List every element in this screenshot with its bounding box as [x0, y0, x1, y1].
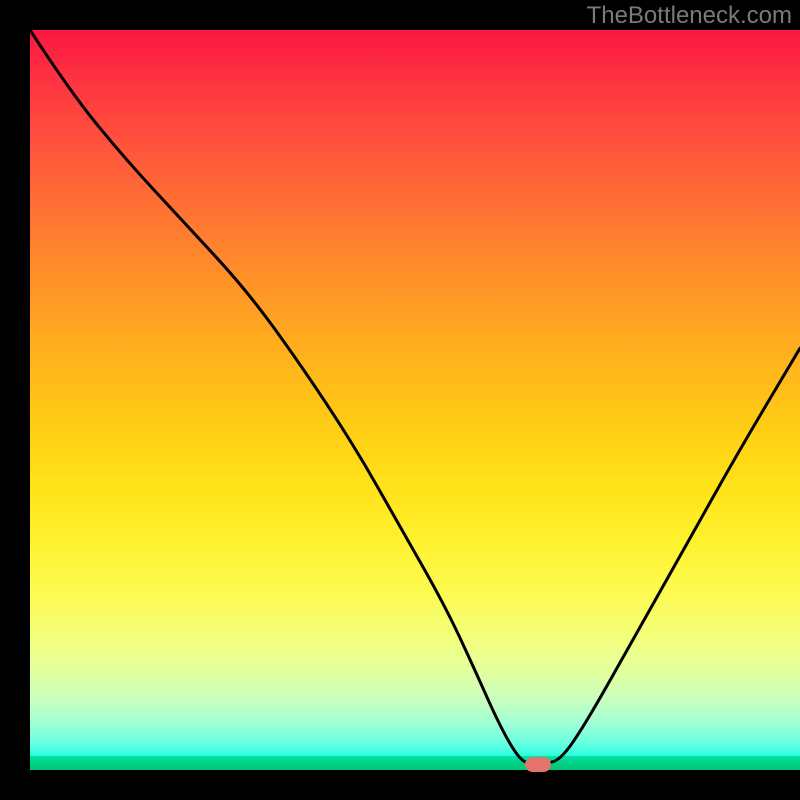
- bottleneck-curve: [30, 30, 800, 770]
- chart-container: TheBottleneck.com: [0, 0, 800, 800]
- optimal-marker: [525, 757, 551, 772]
- plot-area: [30, 30, 800, 770]
- curve-path: [30, 30, 800, 764]
- watermark-text: TheBottleneck.com: [587, 2, 792, 30]
